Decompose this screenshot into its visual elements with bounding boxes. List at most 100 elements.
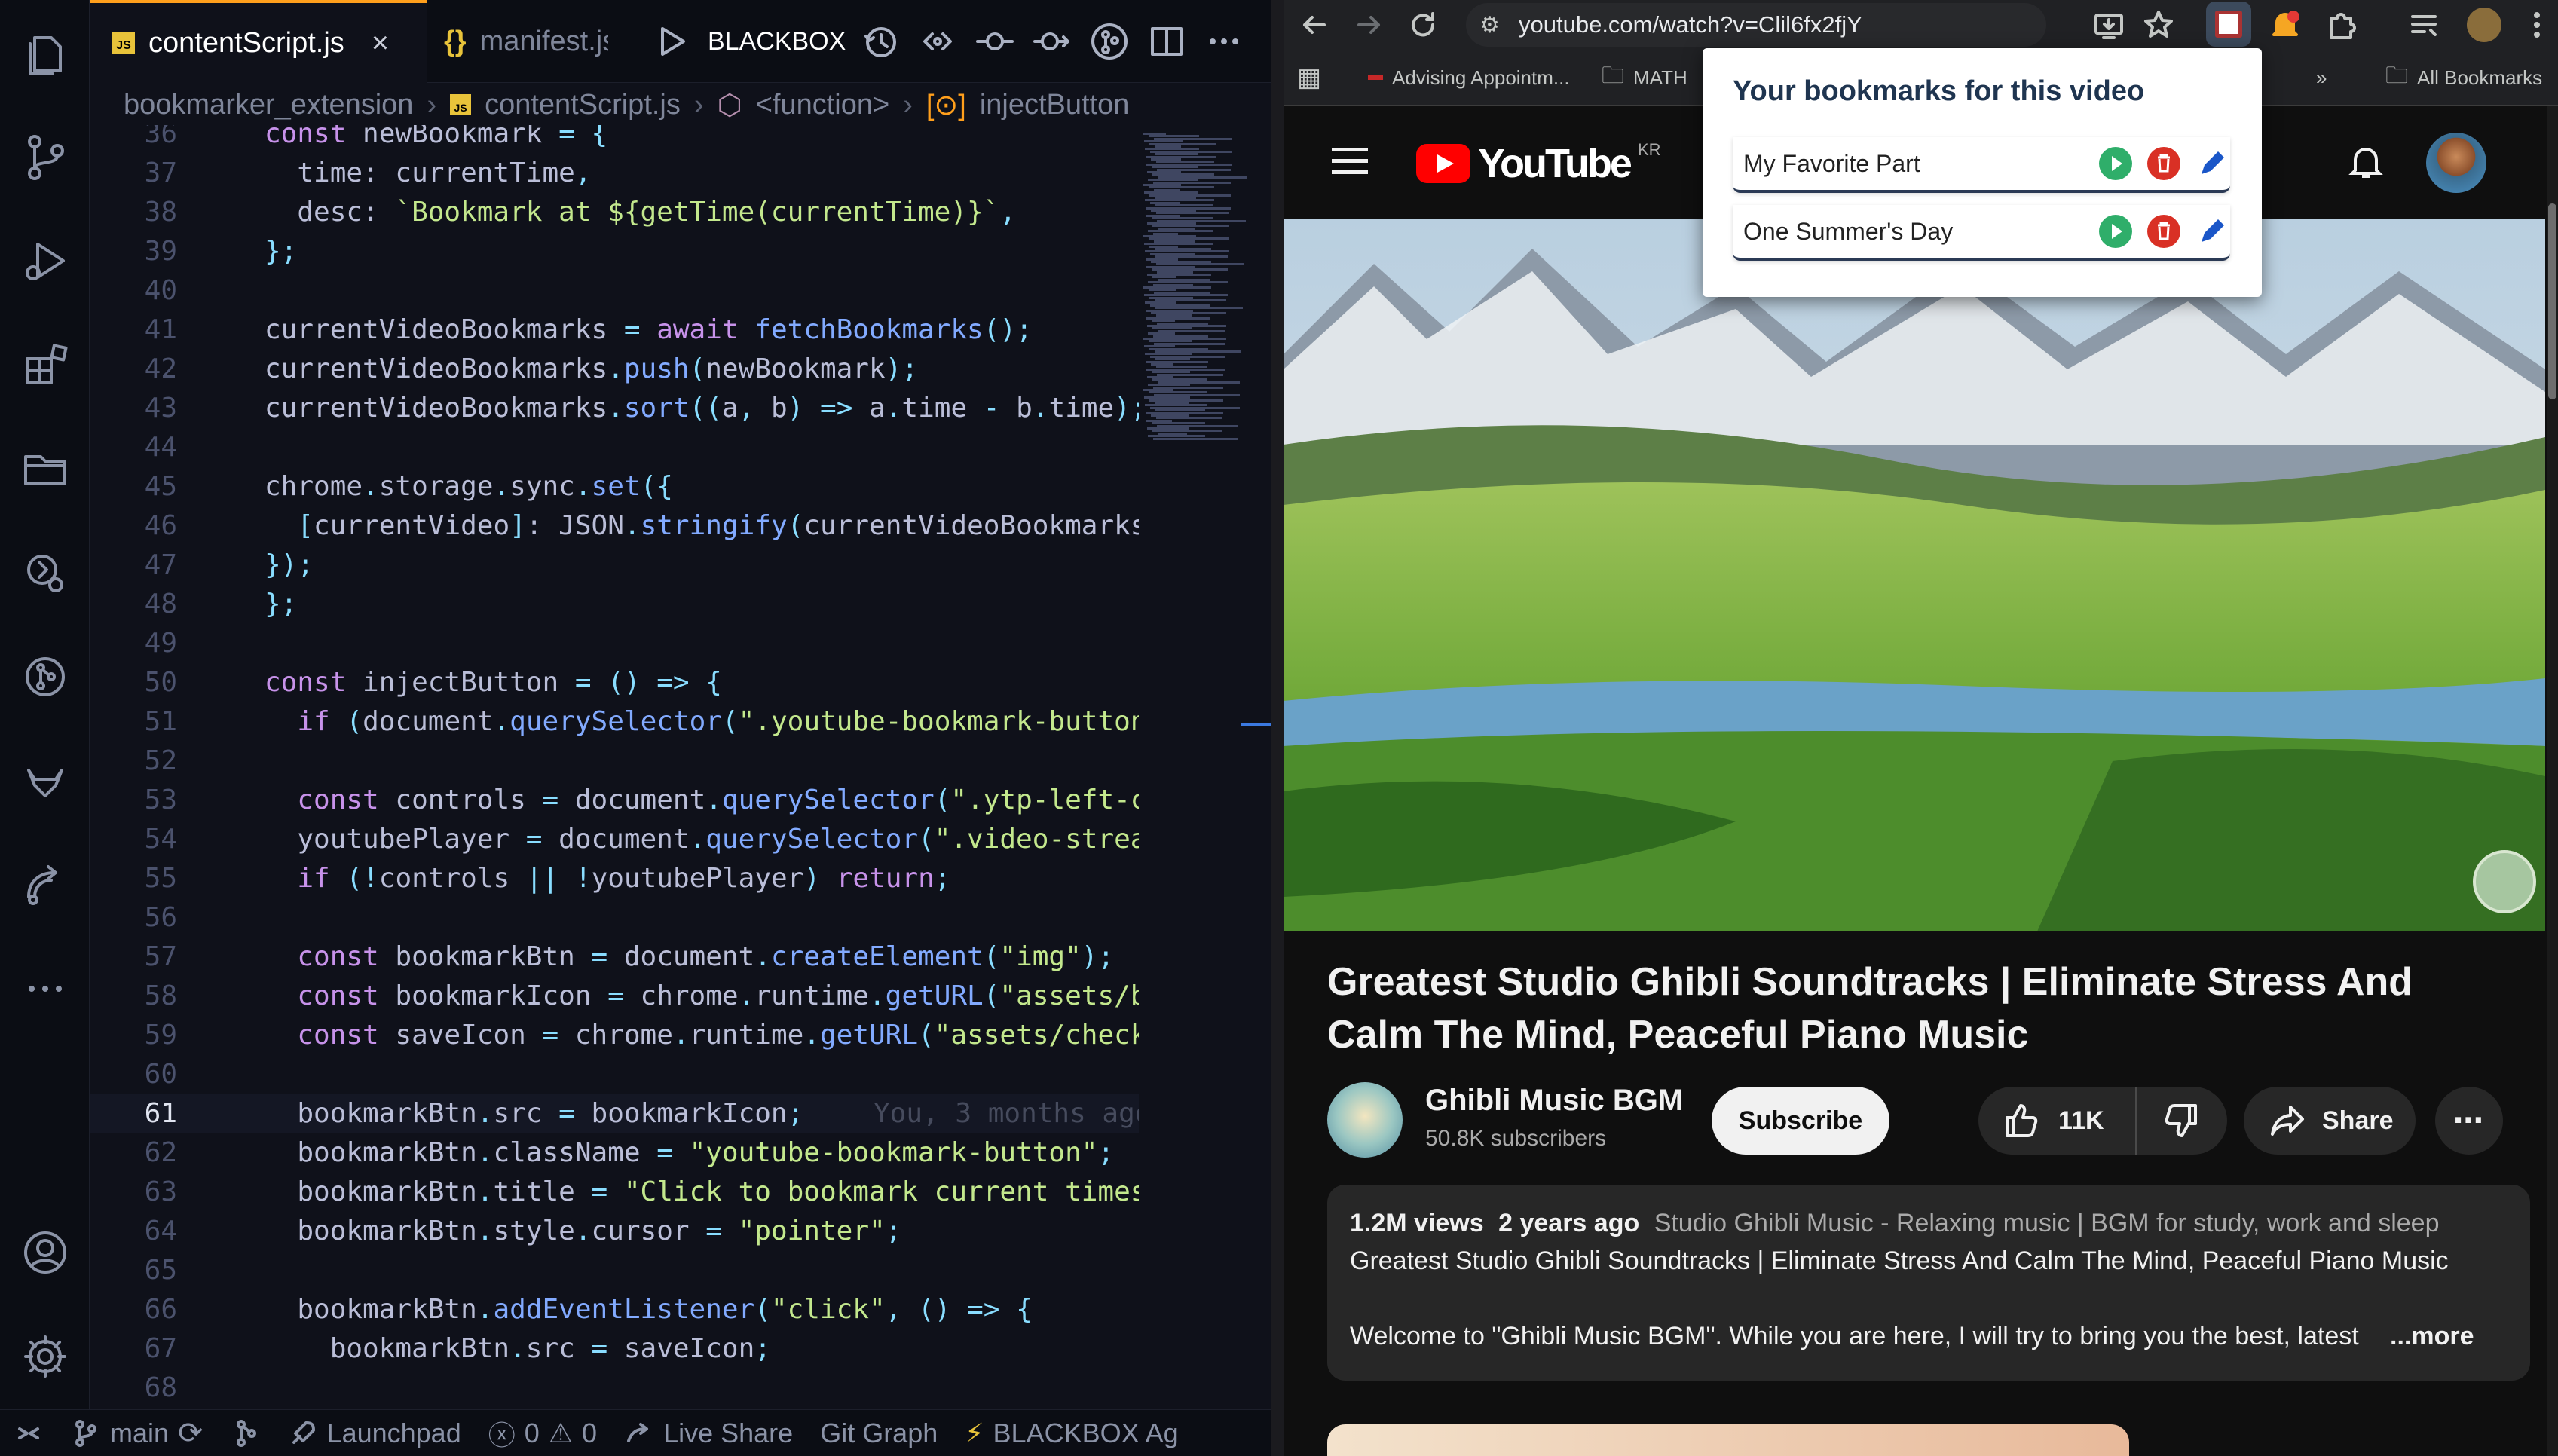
code-line[interactable]: 62 bookmarkBtn.className = "youtube-book… bbox=[90, 1133, 1139, 1173]
cast-install-icon[interactable] bbox=[2091, 8, 2126, 42]
play-icon[interactable] bbox=[2097, 213, 2134, 249]
code-line[interactable]: 41 currentVideoBookmarks = await fetchBoo… bbox=[90, 310, 1139, 350]
run-icon[interactable] bbox=[650, 21, 691, 62]
code-line[interactable]: 58 const bookmarkIcon = chrome.runtime.g… bbox=[90, 977, 1139, 1016]
source-control-icon[interactable] bbox=[9, 121, 81, 193]
code-line[interactable]: 54 youtubePlayer = document.querySelecto… bbox=[90, 820, 1139, 859]
folder-icon[interactable] bbox=[9, 433, 81, 505]
back-icon[interactable] bbox=[1297, 8, 1332, 42]
blackbox-run-label[interactable]: BLACKBOX bbox=[708, 0, 846, 83]
live-share[interactable]: Live Share bbox=[624, 1418, 793, 1449]
subscribe-button[interactable]: Subscribe bbox=[1712, 1087, 1889, 1155]
extensions-puzzle-icon[interactable] bbox=[2324, 8, 2358, 42]
notifications-bell-icon[interactable] bbox=[2345, 140, 2387, 182]
breadcrumb-function[interactable]: <function> bbox=[756, 89, 889, 121]
code-line[interactable]: 64 bookmarkBtn.style.cursor = "pointer"; bbox=[90, 1212, 1139, 1251]
code-line[interactable]: 45 chrome.storage.sync.set({ bbox=[90, 467, 1139, 506]
description-tags[interactable]: Studio Ghibli Music - Relaxing music | B… bbox=[1654, 1209, 2440, 1237]
code-line[interactable]: 51 if (document.querySelector(".youtube-… bbox=[90, 702, 1139, 742]
url-text[interactable]: youtube.com/watch?v=Clil6fx2fjY bbox=[1519, 11, 1862, 38]
play-icon[interactable] bbox=[2097, 145, 2134, 182]
tab-manifest[interactable]: {} manifest.json bbox=[444, 0, 670, 83]
bookmarker-extension-button[interactable] bbox=[2206, 2, 2251, 47]
code-line[interactable]: 60 bbox=[90, 1055, 1139, 1094]
code-editor[interactable]: 36 const newBookmark = {37 time: currentT… bbox=[90, 125, 1139, 1409]
code-line[interactable]: 53 const controls = document.querySelect… bbox=[90, 781, 1139, 820]
hamburger-menu-icon[interactable] bbox=[1332, 148, 1368, 175]
more-actions-icon[interactable] bbox=[1204, 21, 1244, 62]
extensions-icon[interactable] bbox=[9, 329, 81, 401]
code-line[interactable]: 63 bookmarkBtn.title = "Click to bookmar… bbox=[90, 1173, 1139, 1212]
code-line[interactable]: 38 desc: `Bookmark at ${getTime(currentT… bbox=[90, 193, 1139, 232]
youtube-avatar[interactable] bbox=[2426, 133, 2486, 193]
code-line[interactable]: 36 const newBookmark = { bbox=[90, 125, 1139, 154]
edit-pencil-icon[interactable] bbox=[2194, 213, 2230, 249]
remote-indicator[interactable] bbox=[14, 1418, 44, 1448]
minimap[interactable] bbox=[1139, 125, 1247, 1409]
share-button[interactable]: Share bbox=[2244, 1087, 2416, 1155]
description-box[interactable]: 1.2M views 2 years ago Studio Ghibli Mus… bbox=[1327, 1185, 2530, 1381]
forward-icon[interactable] bbox=[1351, 8, 1386, 42]
channel-name[interactable]: Ghibli Music BGM bbox=[1425, 1084, 1683, 1118]
blackbox-status[interactable]: ⚡ BLACKBOX Ag bbox=[965, 1418, 1178, 1449]
code-line[interactable]: 48}; bbox=[90, 585, 1139, 624]
code-line[interactable]: 39}; bbox=[90, 232, 1139, 271]
star-icon[interactable] bbox=[2141, 8, 2176, 42]
notification-extension-icon[interactable] bbox=[2268, 8, 2303, 42]
code-line[interactable]: 57 const bookmarkBtn = document.createEl… bbox=[90, 938, 1139, 977]
delete-icon[interactable] bbox=[2146, 213, 2182, 249]
compare-icon[interactable] bbox=[917, 21, 958, 62]
all-bookmarks[interactable]: 🗀 All Bookmarks bbox=[2385, 50, 2542, 106]
page-scrollbar[interactable] bbox=[2547, 106, 2558, 1456]
code-line[interactable]: 68 bbox=[90, 1369, 1139, 1408]
commit-icon[interactable] bbox=[975, 21, 1015, 62]
reading-list-icon[interactable] bbox=[2407, 8, 2441, 42]
git-lens-icon[interactable] bbox=[1089, 21, 1130, 62]
forward-commit-icon[interactable] bbox=[1032, 21, 1072, 62]
youtube-logo[interactable]: YouTube KR bbox=[1416, 140, 1661, 187]
code-line[interactable]: 49 bbox=[90, 624, 1139, 663]
code-line[interactable]: 40 bbox=[90, 271, 1139, 310]
address-bar[interactable]: ⚙ youtube.com/watch?v=Clil6fx2fjY bbox=[1466, 3, 2046, 47]
sync-icon[interactable]: ⟳ bbox=[178, 1416, 203, 1451]
code-line[interactable]: 52 bbox=[90, 742, 1139, 781]
profile-avatar[interactable] bbox=[2467, 8, 2501, 42]
window-divider[interactable] bbox=[1271, 0, 1284, 1456]
more-icon[interactable] bbox=[9, 953, 81, 1025]
apps-grid-icon[interactable]: ▦ bbox=[1297, 50, 1321, 106]
search-debug-icon[interactable] bbox=[9, 537, 81, 609]
code-line[interactable]: 42 currentVideoBookmarks.push(newBookmark… bbox=[90, 350, 1139, 389]
code-line[interactable]: 50 const injectButton = () => { bbox=[90, 663, 1139, 702]
browser-menu-icon[interactable] bbox=[2520, 8, 2554, 42]
site-info-icon[interactable]: ⚙ bbox=[1479, 12, 1500, 38]
channel-avatar[interactable] bbox=[1327, 1082, 1403, 1158]
code-line[interactable]: 56 bbox=[90, 898, 1139, 938]
split-editor-icon[interactable] bbox=[1146, 21, 1187, 62]
code-line[interactable]: 47}); bbox=[90, 546, 1139, 585]
run-debug-icon[interactable] bbox=[9, 225, 81, 297]
code-line[interactable]: 59 const saveIcon = chrome.runtime.getUR… bbox=[90, 1016, 1139, 1055]
delete-icon[interactable] bbox=[2146, 145, 2182, 182]
launchpad[interactable]: Launchpad bbox=[288, 1418, 461, 1449]
git-branch[interactable]: main ⟳ bbox=[71, 1416, 203, 1451]
gitlab-icon[interactable] bbox=[9, 745, 81, 817]
breadcrumb-file[interactable]: contentScript.js bbox=[485, 89, 681, 121]
code-line[interactable]: 66 bookmarkBtn.addEventListener("click",… bbox=[90, 1290, 1139, 1329]
tab-contentscript[interactable]: JS contentScript.js × bbox=[90, 0, 427, 83]
explorer-icon[interactable] bbox=[9, 18, 81, 90]
dislike-button[interactable] bbox=[2137, 1087, 2227, 1155]
next-card-peek[interactable] bbox=[1327, 1424, 2129, 1456]
code-line[interactable]: 61 bookmarkBtn.src = bookmarkIcon; You, 3… bbox=[90, 1094, 1139, 1133]
code-line[interactable]: 44 bbox=[90, 428, 1139, 467]
close-icon[interactable]: × bbox=[372, 26, 389, 60]
code-line[interactable]: 67 bookmarkBtn.src = saveIcon; bbox=[90, 1329, 1139, 1369]
remote-icon[interactable] bbox=[9, 849, 81, 921]
more-bookmarks-icon[interactable]: » bbox=[2316, 50, 2327, 106]
git-graph-status[interactable]: Git Graph bbox=[820, 1418, 938, 1449]
show-more-link[interactable]: ...more bbox=[2390, 1322, 2474, 1351]
code-line[interactable]: 55 if (!controls || !youtubePlayer) retu… bbox=[90, 859, 1139, 898]
timeline-icon[interactable] bbox=[860, 21, 901, 62]
git-graph-status-icon[interactable] bbox=[231, 1418, 261, 1448]
breadcrumb-folder[interactable]: bookmarker_extension bbox=[124, 89, 413, 121]
git-graph-icon[interactable] bbox=[9, 641, 81, 713]
